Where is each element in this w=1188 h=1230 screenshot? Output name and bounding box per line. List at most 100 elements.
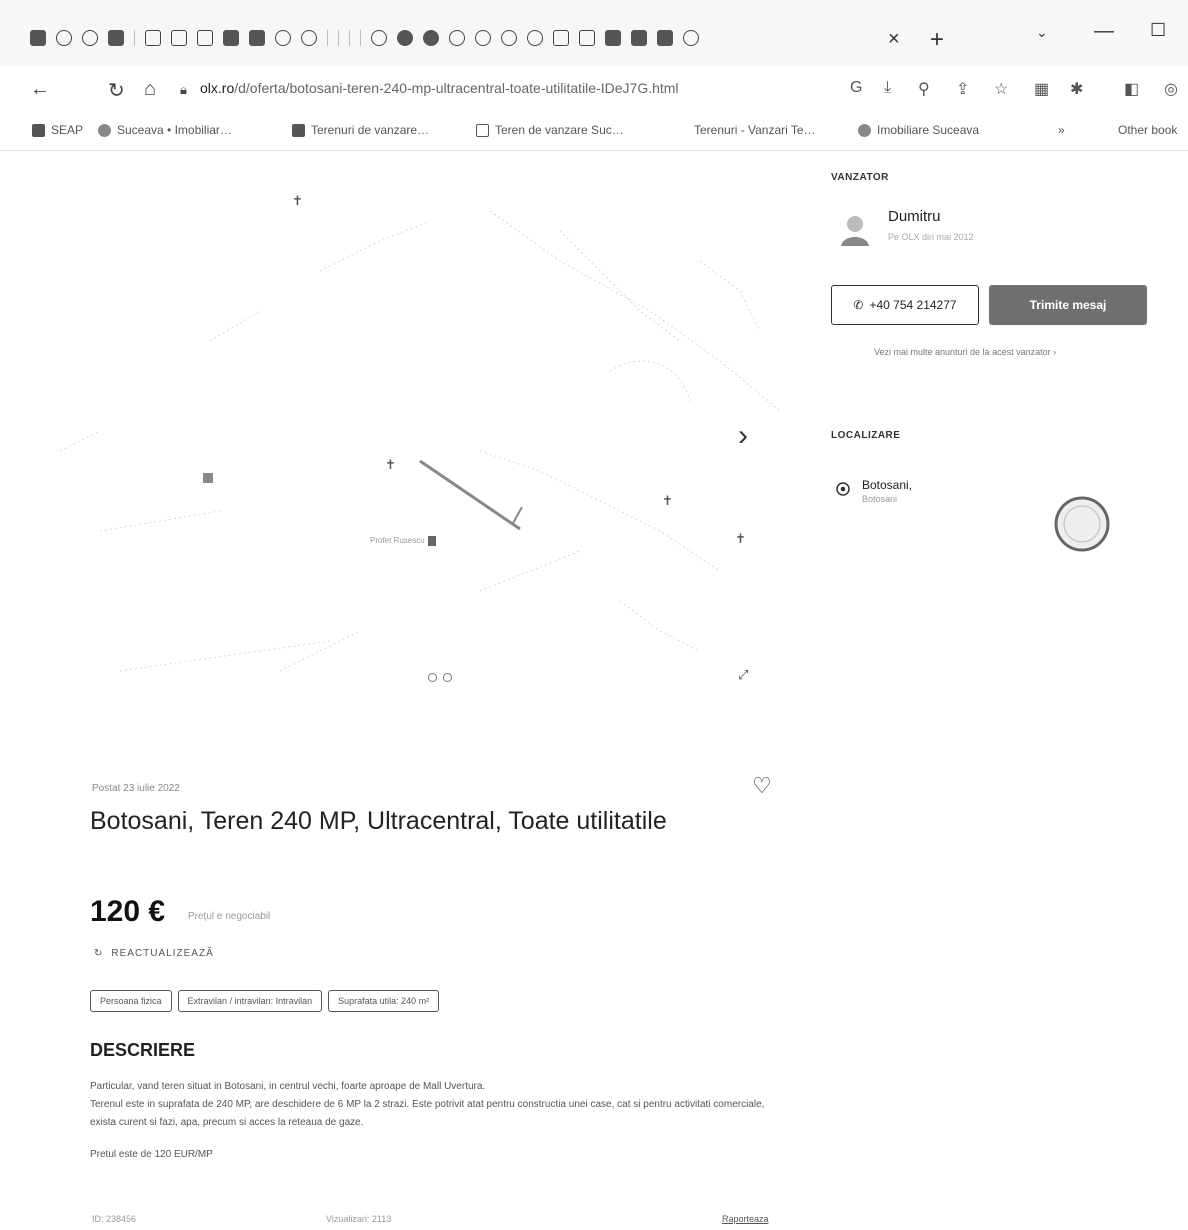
other-bookmarks-folder[interactable]: Other book: [1118, 123, 1177, 137]
tab-favicon-icon[interactable]: [631, 30, 647, 46]
bookmark-star-icon[interactable]: ☆: [994, 79, 1008, 99]
map-parcel-line: [419, 459, 521, 531]
tab-favicon-icon[interactable]: [275, 30, 291, 46]
tab-favicon-icon[interactable]: [30, 30, 46, 46]
bookmark-item[interactable]: Teren de vanzare Suc…: [476, 123, 624, 137]
more-seller-ads-link[interactable]: Vezi mai multe anunturi de la acest vanz…: [874, 347, 1056, 357]
tab-favicon-icon[interactable]: [527, 30, 543, 46]
map-road: [99, 510, 221, 532]
close-tab-icon[interactable]: ×: [888, 28, 900, 51]
ad-tag: Suprafata utila: 240 m²: [328, 990, 440, 1012]
tab-favicon-icon[interactable]: [108, 30, 124, 46]
ad-tag: Extravilan / intravilan: Intravilan: [177, 990, 323, 1012]
tab-search-chevron-icon[interactable]: ⌄: [1036, 24, 1048, 41]
map-dot-icon[interactable]: [428, 673, 437, 682]
tab-favicon-icon[interactable]: [423, 30, 439, 46]
extension-icon[interactable]: ▦: [1034, 79, 1049, 99]
browser-toolbar: ← ↻ ⌂ 🔒︎ olx.ro/d/oferta/botosani-teren-…: [0, 66, 1188, 114]
p-icon: [476, 123, 489, 137]
tab-favicon-icon[interactable]: [605, 30, 621, 46]
bookmark-item[interactable]: Terenuri de vanzare…: [292, 123, 429, 137]
address-bar-url[interactable]: olx.ro/d/oferta/botosani-teren-240-mp-ul…: [200, 80, 840, 96]
phone-icon: ✆: [853, 298, 864, 312]
bookmark-item[interactable]: Suceava • Imobiliar…: [98, 123, 232, 137]
map-road: [699, 260, 761, 332]
bookmark-label: Teren de vanzare Suc…: [495, 123, 624, 137]
map-expand-icon[interactable]: ⤢: [738, 667, 748, 683]
share-icon[interactable]: ⇪: [956, 79, 969, 99]
phone-button[interactable]: ✆ +40 754 214277: [831, 285, 979, 325]
description-heading: DESCRIERE: [90, 1040, 196, 1060]
map-parcel-line: [511, 506, 523, 526]
tab-favicon-icon[interactable]: [301, 30, 317, 46]
tab-favicon-icon[interactable]: [657, 30, 673, 46]
tab-separator: [134, 30, 135, 46]
side-panel-icon[interactable]: ◧: [1124, 79, 1139, 99]
lock-icon[interactable]: 🔒︎: [180, 82, 187, 98]
ad-id: ID: 238456: [92, 1214, 137, 1224]
browser-tabstrip: × + ⌄ — ☐: [0, 0, 1188, 67]
profile-icon[interactable]: ◎: [1164, 79, 1178, 99]
active-tab-favicon-icon[interactable]: [683, 30, 699, 46]
map-dot-icon[interactable]: [443, 673, 452, 682]
tab-favicon-icon[interactable]: [82, 30, 98, 46]
ad-views: Vizualizari: 2113: [326, 1214, 392, 1224]
description-paragraph: Particular, vand teren situat in Botosan…: [90, 1081, 486, 1092]
tab-favicon-icon[interactable]: [249, 30, 265, 46]
favorite-heart-icon[interactable]: ♡: [752, 773, 772, 799]
listing-map[interactable]: Profet Rusescu ✝ ✝ ✝ ✝ › ⤢: [0, 151, 800, 711]
tab-separator: [327, 30, 328, 46]
refresh-ad-button[interactable]: ↻ REACTUALIZEAZĂ: [94, 948, 214, 959]
tab-favicon-icon[interactable]: [449, 30, 465, 46]
map-next-arrow[interactable]: ›: [738, 419, 748, 453]
maximize-window-button[interactable]: ☐: [1150, 20, 1166, 41]
tab-separator: [338, 30, 339, 46]
send-message-button[interactable]: Trimite mesaj: [989, 285, 1147, 325]
description-paragraph: Terenul este in suprafata de 240 MP, are…: [90, 1099, 765, 1128]
tab-favicon-icon[interactable]: [397, 30, 413, 46]
map-road: [119, 640, 331, 672]
tab-favicon-icon[interactable]: [371, 30, 387, 46]
install-app-icon[interactable]: ⤓: [884, 79, 891, 97]
bookmark-item[interactable]: Imobiliare Suceava: [858, 123, 979, 137]
map-road: [279, 630, 361, 672]
extensions-puzzle-icon[interactable]: ✱: [1070, 79, 1083, 99]
minimize-window-button[interactable]: —: [1094, 20, 1114, 43]
map-pin-icon: ✝: [662, 493, 673, 508]
map-road: [319, 220, 431, 272]
tab-favicon-icon[interactable]: [579, 30, 595, 46]
map-pin-icon: ✝: [385, 457, 396, 472]
back-arrow-icon[interactable]: ←: [30, 78, 50, 101]
tab-favicon-icon[interactable]: [171, 30, 187, 46]
zoom-icon[interactable]: ⚲: [918, 79, 930, 99]
bookmark-item[interactable]: Terenuri - Vanzari Te…: [694, 123, 816, 137]
tab-favicons[interactable]: [30, 30, 699, 46]
globe-icon: [858, 123, 871, 137]
tab-favicon-icon[interactable]: [223, 30, 239, 46]
ad-price: 120 €: [90, 895, 166, 928]
map-pin-icon: ✝: [292, 193, 303, 208]
tab-favicon-icon[interactable]: [553, 30, 569, 46]
report-link[interactable]: Raporteaza: [722, 1214, 769, 1224]
tab-favicon-icon[interactable]: [475, 30, 491, 46]
home-icon[interactable]: ⌂: [144, 78, 156, 101]
tab-separator: [349, 30, 350, 46]
ad-tag: Persoana fizica: [90, 990, 172, 1012]
tab-favicon-icon[interactable]: [56, 30, 72, 46]
bookmark-item[interactable]: SEAP: [32, 123, 83, 137]
tab-favicon-icon[interactable]: [197, 30, 213, 46]
bookmark-label: Other book: [1118, 123, 1178, 137]
reload-icon[interactable]: ↻: [108, 78, 125, 103]
tab-favicon-icon[interactable]: [501, 30, 517, 46]
posted-date: Postat 23 iulie 2022: [92, 783, 180, 794]
tab-favicon-icon[interactable]: [145, 30, 161, 46]
google-translate-icon[interactable]: G: [850, 79, 862, 97]
location-map-thumbnail[interactable]: [1052, 494, 1112, 554]
new-tab-button[interactable]: +: [930, 26, 944, 54]
map-road: [489, 210, 781, 412]
bookmarks-overflow-button[interactable]: »: [1058, 123, 1065, 137]
description-body: Particular, vand teren situat in Botosan…: [90, 1078, 790, 1164]
map-pagination: [428, 673, 452, 682]
bookmark-label: Terenuri de vanzare…: [311, 123, 430, 137]
ad-title: Botosani, Teren 240 MP, Ultracentral, To…: [90, 807, 667, 835]
